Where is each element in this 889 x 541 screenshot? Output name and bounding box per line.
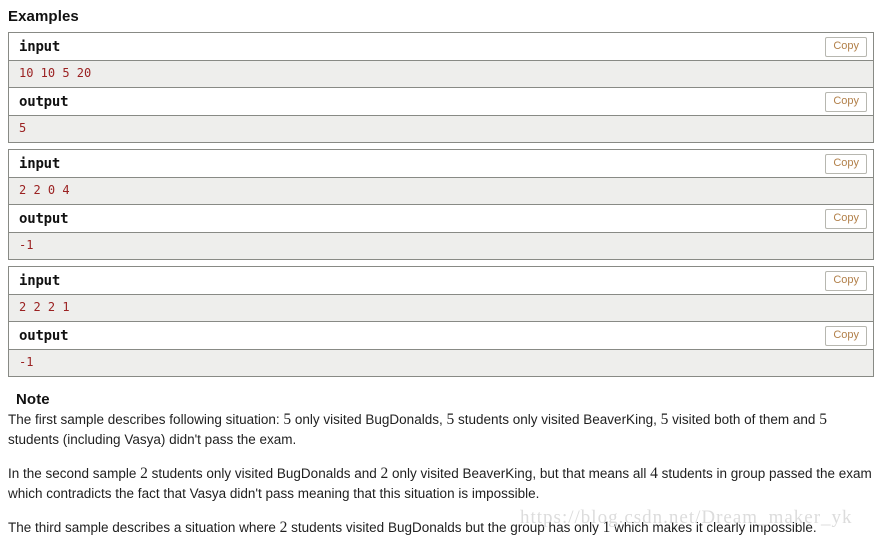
inline-math-value: 4 bbox=[650, 465, 658, 482]
note-text: The first sample describes following sit… bbox=[8, 412, 284, 427]
sample-tests-container: input Copy 10 10 5 20 output Copy 5 input Copy 2… bbox=[0, 32, 889, 377]
inline-math-value: 5 bbox=[283, 411, 292, 428]
input-value: 2 2 0 4 bbox=[19, 183, 70, 197]
note-paragraph: The third sample describes a situation w… bbox=[8, 518, 874, 538]
output-value-row: -1 bbox=[9, 350, 873, 377]
note-text: The third sample describes a situation w… bbox=[8, 520, 280, 535]
note-text: which makes it clearly impossible. bbox=[610, 520, 817, 535]
sample-test: input Copy 10 10 5 20 output Copy 5 bbox=[8, 32, 874, 143]
output-value: -1 bbox=[19, 238, 34, 252]
copy-output-button[interactable]: Copy bbox=[825, 92, 867, 112]
output-label: output bbox=[19, 327, 69, 344]
note-paragraph: In the second sample 2 students only vis… bbox=[8, 464, 874, 504]
input-title-row: input Copy bbox=[9, 150, 873, 178]
input-label: input bbox=[19, 38, 61, 55]
inline-math-value: 2 bbox=[140, 465, 148, 482]
output-title-row: output Copy bbox=[9, 88, 873, 116]
input-value: 10 10 5 20 bbox=[19, 66, 92, 80]
copy-input-button[interactable]: Copy bbox=[825, 154, 867, 174]
note-text: In the second sample bbox=[8, 466, 141, 481]
note-text: students visited BugDonalds but the grou… bbox=[287, 520, 603, 535]
copy-output-button[interactable]: Copy bbox=[825, 209, 867, 229]
output-value-row: 5 bbox=[9, 116, 873, 143]
input-title-row: input Copy bbox=[9, 267, 873, 295]
problem-statement-page: Examples input Copy 10 10 5 20 output Copy 5 i… bbox=[0, 0, 889, 541]
input-value-row: 2 2 2 1 bbox=[9, 295, 873, 322]
sample-test: input Copy 2 2 0 4 output Copy -1 bbox=[8, 149, 874, 260]
input-value: 2 2 2 1 bbox=[19, 300, 70, 314]
note-text: only visited BugDonalds, bbox=[291, 412, 447, 427]
output-label: output bbox=[19, 93, 69, 110]
input-label: input bbox=[19, 155, 61, 172]
inline-math-value: 5 bbox=[819, 411, 827, 428]
input-title-row: input Copy bbox=[9, 33, 873, 61]
output-label: output bbox=[19, 210, 69, 227]
output-value: -1 bbox=[19, 355, 34, 369]
copy-output-button[interactable]: Copy bbox=[825, 326, 867, 346]
copy-input-button[interactable]: Copy bbox=[825, 37, 867, 57]
examples-heading: Examples bbox=[8, 8, 79, 25]
note-paragraphs: The first sample describes following sit… bbox=[8, 410, 889, 538]
output-title-row: output Copy bbox=[9, 322, 873, 350]
output-title-row: output Copy bbox=[9, 205, 873, 233]
copy-input-button[interactable]: Copy bbox=[825, 271, 867, 291]
output-value-row: -1 bbox=[9, 233, 873, 260]
note-section: Note The first sample describes followin… bbox=[0, 391, 889, 538]
input-value-row: 10 10 5 20 bbox=[9, 61, 873, 88]
output-value: 5 bbox=[19, 121, 27, 135]
note-text: visited both of them and bbox=[668, 412, 820, 427]
input-label: input bbox=[19, 272, 61, 289]
note-text: students only visited BugDonalds and bbox=[147, 466, 381, 481]
note-heading: Note bbox=[16, 391, 50, 408]
note-paragraph: The first sample describes following sit… bbox=[8, 410, 874, 450]
note-text: students only visited BeaverKing, bbox=[454, 412, 661, 427]
note-text: only visited BeaverKing, but that means … bbox=[388, 466, 651, 481]
note-text: students (including Vasya) didn't pass t… bbox=[8, 432, 297, 447]
input-value-row: 2 2 0 4 bbox=[9, 178, 873, 205]
sample-test: input Copy 2 2 2 1 output Copy -1 bbox=[8, 266, 874, 377]
